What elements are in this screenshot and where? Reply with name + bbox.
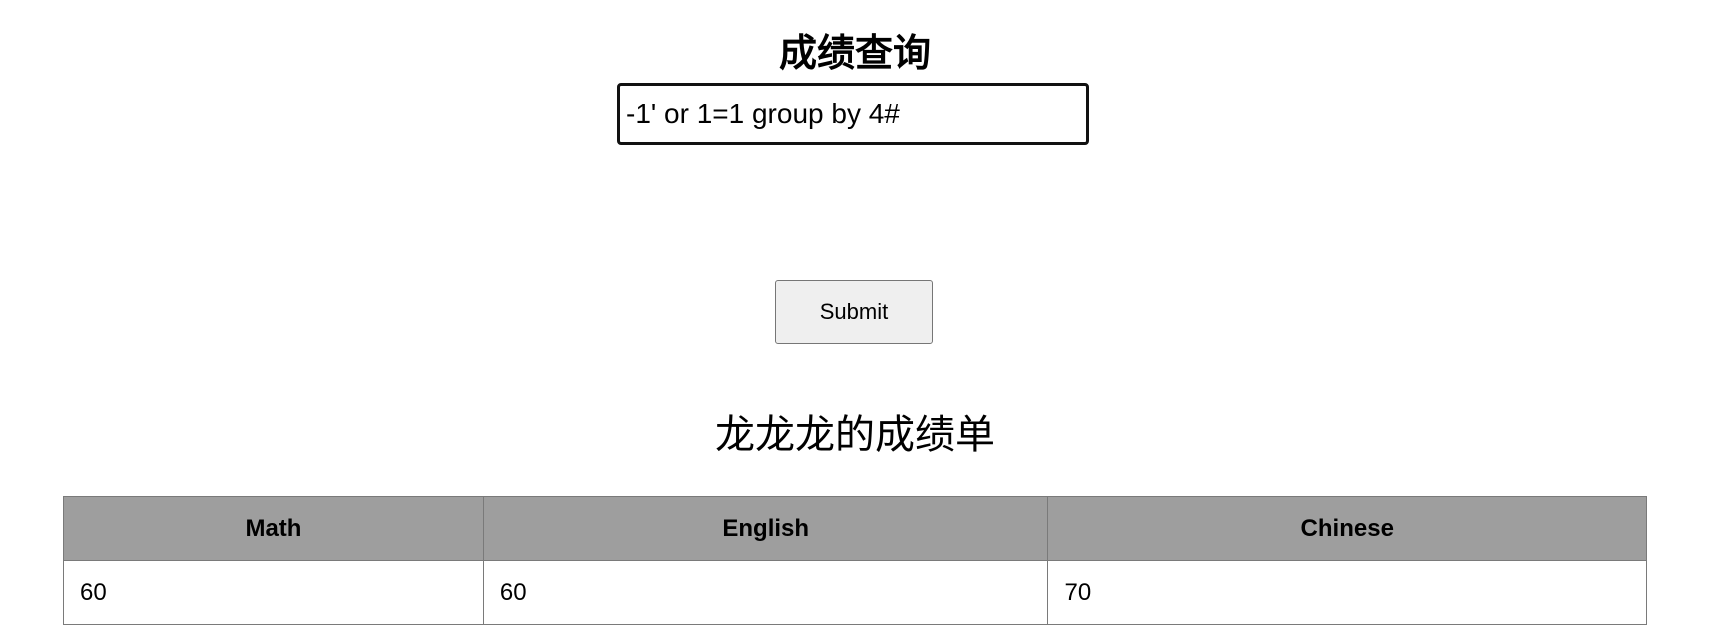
column-header-math: Math: [63, 496, 484, 561]
table-row: 60 60 70: [63, 560, 1647, 625]
table-header-row: Math English Chinese: [63, 496, 1647, 561]
report-title: 龙龙龙的成绩单: [715, 413, 995, 457]
query-input[interactable]: [617, 83, 1089, 145]
cell-chinese: 70: [1047, 560, 1647, 625]
cell-english: 60: [482, 560, 1049, 625]
cell-math: 60: [63, 560, 484, 625]
submit-button[interactable]: Submit: [775, 280, 933, 344]
scores-table: Math English Chinese 60 60 70: [63, 496, 1647, 625]
column-header-english: English: [482, 496, 1049, 561]
page-title: 成绩查询: [778, 33, 931, 76]
column-header-chinese: Chinese: [1047, 496, 1647, 561]
